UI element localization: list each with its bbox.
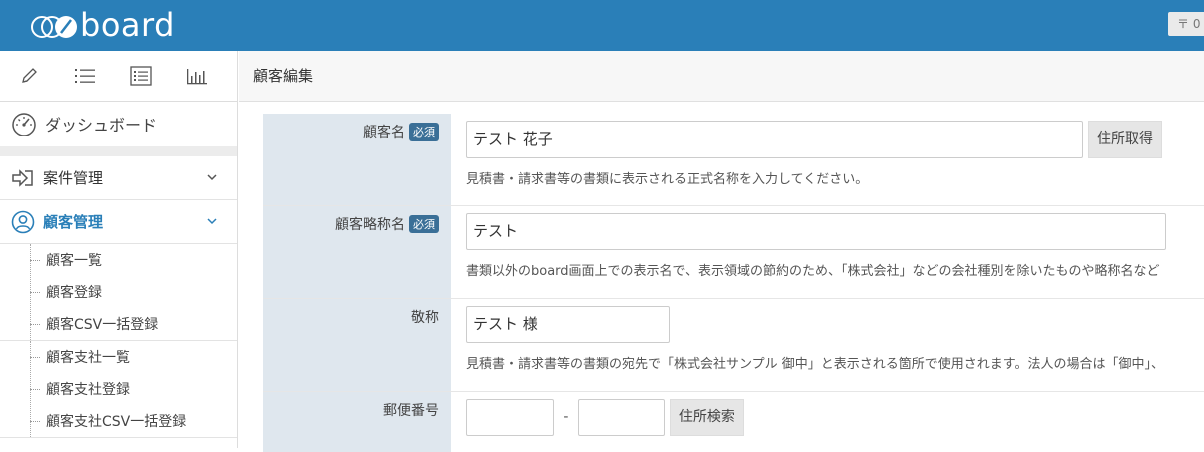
address-search-button[interactable]: 住所検索 <box>669 399 744 436</box>
field-help-text: 見積書・請求書等の書類に表示される正式名称を入力してください。 <box>466 172 869 187</box>
form-row-name: 顧客名 必須 テスト 花子 住所取得 見積書・請求書等の書類に表示される正式名称を入… <box>263 114 1204 206</box>
postal-code-first-input[interactable] <box>466 399 554 436</box>
notification-button[interactable]: 〒 0 <box>1168 12 1204 36</box>
sidebar-item-label: 顧客管理 <box>43 213 104 231</box>
logo-mark-icon <box>31 16 77 38</box>
field-help-text: 見積書・請求書等の書類の宛先で「株式会社サンプル 御中」と表示される箇所で使用さ… <box>466 357 1164 372</box>
field-label: 顧客名 必須 <box>263 114 451 205</box>
field-label: 顧客略称名 必須 <box>263 206 451 298</box>
list-icon[interactable] <box>58 51 112 102</box>
sidebar-item-label: 案件管理 <box>43 169 104 187</box>
sidebar-item-dashboard[interactable]: ダッシュボード <box>0 102 237 146</box>
sidebar-item-customer-register[interactable]: 顧客登録 <box>0 276 237 308</box>
postal-code-second-input[interactable] <box>577 399 665 436</box>
postal-separator: - <box>563 409 569 425</box>
customer-edit-form: 顧客名 必須 テスト 花子 住所取得 見積書・請求書等の書類に表示される正式名称を入… <box>263 114 1204 452</box>
bar-chart-icon[interactable] <box>170 51 224 102</box>
form-row-honorific: 敬称 テスト 様 見積書・請求書等の書類の宛先で「株式会社サンプル 御中」と表示… <box>263 299 1204 392</box>
field-label-text: 郵便番号 <box>383 403 439 419</box>
chevron-down-icon <box>207 174 217 181</box>
customer-submenu: 顧客一覧 顧客登録 顧客CSV一括登録 <box>0 244 237 341</box>
field-label-text: 顧客名 <box>363 125 405 141</box>
sidebar-item-branch-register[interactable]: 顧客支社登録 <box>0 373 237 405</box>
field-cell: テスト 花子 住所取得 見積書・請求書等の書類に表示される正式名称を入力してくださ… <box>451 114 1204 205</box>
field-help-text: 書類以外のboard画面上での表示名で、表示領域の節約のため、「株式会社」などの… <box>466 264 1160 279</box>
required-badge: 必須 <box>409 123 439 141</box>
sidebar-toolbar <box>0 51 237 102</box>
page-title: 顧客編集 <box>239 51 1204 102</box>
customer-name-input[interactable]: テスト 花子 <box>466 121 1083 158</box>
sidebar-item-branch-csv[interactable]: 顧客支社CSV一括登録 <box>0 405 237 437</box>
board-logo[interactable]: board <box>30 6 175 44</box>
pencil-icon[interactable] <box>2 51 56 102</box>
field-label-text: 敬称 <box>411 310 439 326</box>
form-row-postal: 郵便番号 - 住所検索 <box>263 392 1204 452</box>
field-cell: - 住所検索 <box>451 392 1204 452</box>
field-cell: テスト 書類以外のboard画面上での表示名で、表示領域の節約のため、「株式会社… <box>451 206 1204 298</box>
form-row-short-name: 顧客略称名 必須 テスト 書類以外のboard画面上での表示名で、表示領域の節約の… <box>263 206 1204 299</box>
user-circle-icon <box>11 210 35 233</box>
required-badge: 必須 <box>409 215 439 233</box>
chevron-down-icon <box>207 218 217 225</box>
honorific-input[interactable]: テスト 様 <box>466 306 670 343</box>
sidebar-item-customer-csv[interactable]: 顧客CSV一括登録 <box>0 308 237 340</box>
sign-in-icon <box>12 168 33 187</box>
sidebar-item-cases[interactable]: 案件管理 <box>0 156 237 200</box>
field-cell: テスト 様 見積書・請求書等の書類の宛先で「株式会社サンプル 御中」と表示される… <box>451 299 1204 391</box>
sidebar-item-label: ダッシュボード <box>45 116 158 135</box>
speedometer-icon <box>12 113 36 136</box>
sidebar-item-customers[interactable]: 顧客管理 <box>0 200 237 244</box>
logo-text: board <box>80 6 175 44</box>
field-label-text: 顧客略称名 <box>335 217 405 233</box>
customer-short-name-input[interactable]: テスト <box>466 213 1166 250</box>
get-address-button[interactable]: 住所取得 <box>1088 121 1162 158</box>
branch-submenu: 顧客支社一覧 顧客支社登録 顧客支社CSV一括登録 <box>0 341 237 438</box>
list-box-icon[interactable] <box>114 51 168 102</box>
sidebar-divider <box>0 146 237 156</box>
sidebar-item-branch-list[interactable]: 顧客支社一覧 <box>0 341 237 373</box>
field-label: 敬称 <box>263 299 451 391</box>
sidebar-item-customer-list[interactable]: 顧客一覧 <box>0 244 237 276</box>
sidebar: ダッシュボード 案件管理 顧客管理 顧客一覧 顧客登録 顧客CSV一括登録 顧客… <box>0 51 238 448</box>
field-label: 郵便番号 <box>263 392 451 452</box>
top-header: board 〒 0 <box>0 0 1204 51</box>
